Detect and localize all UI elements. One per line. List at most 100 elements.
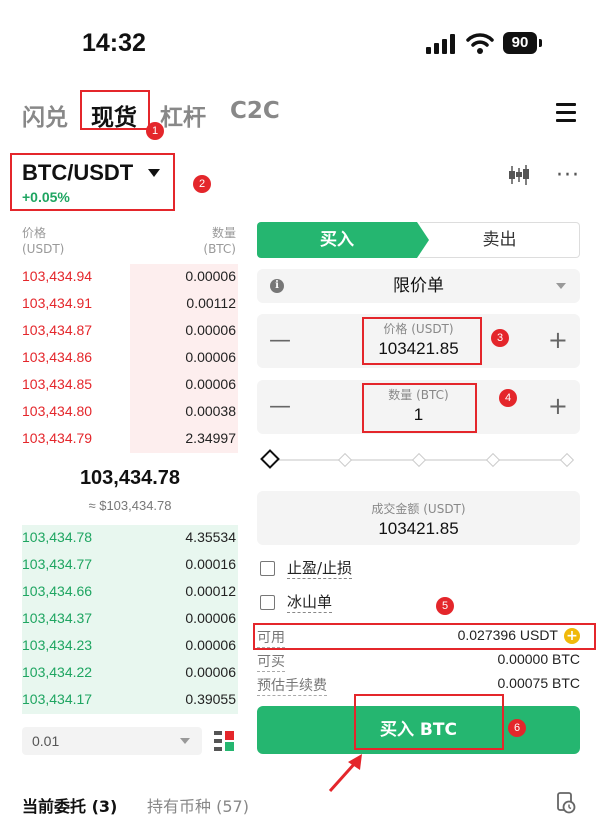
chevron-down-icon	[556, 283, 566, 289]
wifi-icon	[466, 33, 494, 54]
bid-row[interactable]: 103,434.17 0.39055	[22, 687, 238, 714]
highlight-box-3	[362, 317, 482, 365]
info-icon[interactable]: i	[270, 279, 284, 293]
depth-precision-select[interactable]: 0.01	[22, 727, 202, 755]
available-value: 0.027396 USDT	[457, 627, 558, 643]
bid-qty: 0.00006	[185, 610, 236, 626]
bid-qty: 0.39055	[185, 691, 236, 707]
tp-sl-label[interactable]: 止盈/止损	[287, 558, 353, 579]
total-input[interactable]: 103421.85	[257, 519, 580, 539]
price-increment-button[interactable]: +	[548, 326, 568, 354]
orderbook-price-header: 价格 (USDT)	[22, 225, 64, 257]
more-icon[interactable]: ···	[556, 165, 580, 187]
order-type-select[interactable]: 限价单	[257, 269, 580, 303]
total-field[interactable]: 成交金额 (USDT) 103421.85	[257, 491, 580, 545]
order-type-label: 限价单	[393, 276, 444, 296]
can-buy-row: 可买 0.00000 BTC	[257, 651, 581, 672]
battery-level: 90	[503, 32, 537, 54]
ask-qty: 2.34997	[185, 430, 236, 446]
ask-price: 103,434.87	[22, 322, 93, 338]
tab-c2c[interactable]: C2C	[230, 98, 280, 124]
last-price[interactable]: 103,434.78	[22, 467, 238, 490]
bid-row[interactable]: 103,434.66 0.00012	[22, 579, 238, 606]
annotation-badge-3: 3	[491, 329, 509, 347]
order-history-icon[interactable]	[556, 792, 576, 814]
bid-row[interactable]: 103,434.22 0.00006	[22, 660, 238, 687]
ask-qty: 0.00006	[185, 376, 236, 392]
slider-step-50[interactable]	[411, 452, 427, 468]
bid-price: 103,434.23	[22, 637, 93, 653]
slider-step-75[interactable]	[485, 452, 501, 468]
bid-row[interactable]: 103,434.23 0.00006	[22, 633, 238, 660]
ask-price: 103,434.80	[22, 403, 93, 419]
bid-row[interactable]: 103,434.77 0.00016	[22, 552, 238, 579]
buy-tab[interactable]: 买入	[257, 222, 417, 258]
ask-price: 103,434.85	[22, 376, 93, 392]
price-header-label: 价格	[22, 226, 47, 240]
arrow-icon	[328, 754, 362, 793]
annotation-badge-2: 2	[193, 175, 211, 193]
pair-selector[interactable]: BTC/USDT	[22, 160, 133, 186]
add-funds-icon[interactable]: +	[564, 628, 580, 644]
bid-price: 103,434.78	[22, 529, 93, 545]
price-header-unit: (USDT)	[22, 242, 65, 256]
annotation-badge-4: 4	[499, 389, 517, 407]
tab-flash-swap[interactable]: 闪兑	[22, 98, 68, 132]
fee-value: 0.00075 BTC	[497, 675, 581, 691]
chevron-down-icon[interactable]	[148, 169, 160, 177]
iceberg-label[interactable]: 冰山单	[287, 592, 333, 613]
bid-row[interactable]: 103,434.78 4.35534	[22, 525, 238, 552]
qty-header-unit: (BTC)	[203, 242, 236, 256]
ask-row[interactable]: 103,434.91 0.00112	[22, 291, 238, 318]
iceberg-checkbox[interactable]	[260, 595, 275, 610]
annotation-badge-6: 6	[508, 719, 526, 737]
menu-icon[interactable]	[556, 103, 576, 123]
bid-row[interactable]: 103,434.37 0.00006	[22, 606, 238, 633]
qty-increment-button[interactable]: +	[548, 392, 568, 420]
tab-open-orders[interactable]: 当前委托 (3)	[22, 793, 117, 817]
ask-row[interactable]: 103,434.94 0.00006	[22, 264, 238, 291]
battery-icon: 90	[503, 32, 543, 54]
orderbook-layout-icon[interactable]	[214, 731, 234, 751]
depth-precision-value: 0.01	[32, 733, 60, 749]
ask-row[interactable]: 103,434.85 0.00006	[22, 372, 238, 399]
ask-price: 103,434.79	[22, 430, 93, 446]
bid-price: 103,434.66	[22, 583, 93, 599]
tab-holdings[interactable]: 持有币种 (57)	[147, 793, 249, 817]
bid-qty: 0.00006	[185, 637, 236, 653]
candlestick-icon[interactable]	[507, 163, 531, 187]
ask-row[interactable]: 103,434.79 2.34997	[22, 426, 238, 453]
can-buy-label: 可买	[257, 651, 285, 672]
slider-step-25[interactable]	[337, 452, 353, 468]
ask-row[interactable]: 103,434.80 0.00038	[22, 399, 238, 426]
bid-price: 103,434.17	[22, 691, 93, 707]
signal-icon	[426, 34, 455, 54]
ask-qty: 0.00006	[185, 322, 236, 338]
bid-price: 103,434.37	[22, 610, 93, 626]
bid-qty: 0.00016	[185, 556, 236, 572]
status-time: 14:32	[82, 29, 146, 57]
ask-price: 103,434.91	[22, 295, 93, 311]
price-change: +0.05%	[22, 189, 70, 205]
tab-spot[interactable]: 现货	[91, 98, 137, 132]
ask-qty: 0.00006	[185, 349, 236, 365]
ask-row[interactable]: 103,434.87 0.00006	[22, 318, 238, 345]
chevron-down-icon	[180, 738, 190, 744]
sell-tab[interactable]: 卖出	[420, 222, 580, 258]
bid-qty: 0.00006	[185, 664, 236, 680]
tp-sl-checkbox[interactable]	[260, 561, 275, 576]
ask-qty: 0.00038	[185, 403, 236, 419]
ask-price: 103,434.94	[22, 268, 93, 284]
available-label: 可用	[257, 627, 285, 648]
fee-label: 预估手续费	[257, 675, 327, 696]
tab-margin[interactable]: 杠杆	[160, 98, 206, 132]
orderbook-qty-header: 数量 (BTC)	[203, 225, 236, 257]
highlight-box-6	[354, 694, 504, 750]
slider-step-100[interactable]	[559, 452, 575, 468]
slider-handle[interactable]	[260, 449, 280, 469]
highlight-box-4	[362, 383, 477, 433]
available-row: 可用 0.027396 USDT +	[257, 627, 580, 648]
total-field-label: 成交金额 (USDT)	[371, 502, 466, 516]
ask-row[interactable]: 103,434.86 0.00006	[22, 345, 238, 372]
can-buy-value: 0.00000 BTC	[497, 651, 581, 667]
